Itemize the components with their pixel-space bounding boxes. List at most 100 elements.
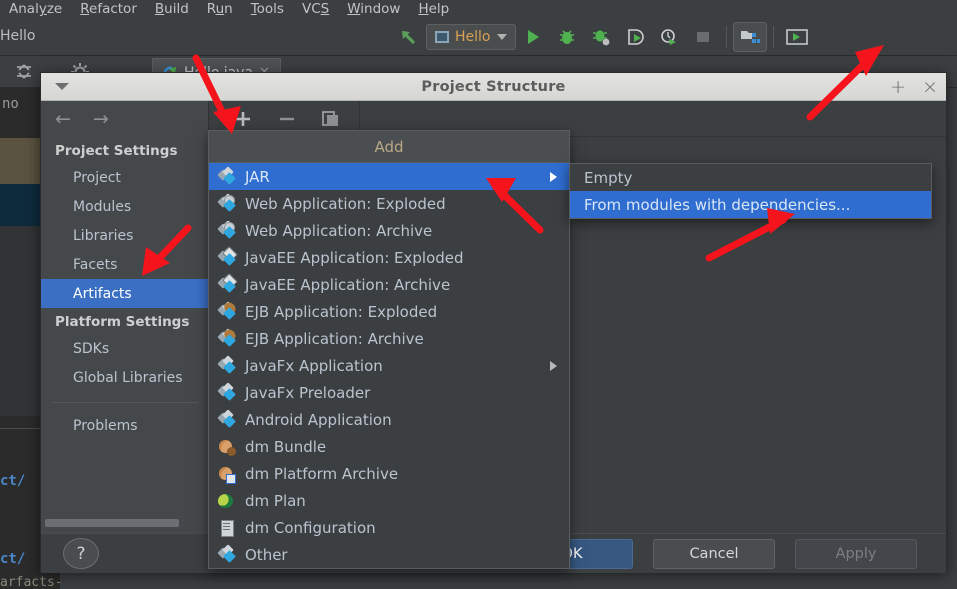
sidebar-item-label: Artifacts (73, 285, 132, 302)
dialog-title-bar[interactable]: Project Structure + × (41, 73, 946, 101)
menu-item-vcs[interactable]: VCS (293, 0, 338, 18)
dm-bundle-icon (218, 438, 236, 456)
run-config-icon (435, 31, 449, 43)
console-path-1: ct/ (0, 473, 26, 489)
sidebar-item-libraries[interactable]: Libraries (41, 221, 208, 250)
menu-item-analyze[interactable]: Analyze (0, 0, 71, 18)
sidebar-item-label: Facets (73, 256, 118, 273)
menu-item-label: EJB Application: Archive (245, 329, 424, 348)
menu-item-javaee-application-exploded[interactable]: JavaEE Application: Exploded (209, 244, 569, 271)
web-app-icon (218, 192, 238, 213)
menu-item-label: dm Bundle (245, 437, 327, 456)
menu-item-web-application-exploded[interactable]: Web Application: Exploded (209, 190, 569, 217)
toolbar-divider-2 (772, 26, 774, 48)
menu-item-ejb-application-exploded[interactable]: EJB Application: Exploded (209, 298, 569, 325)
web-app-icon (218, 219, 238, 240)
menu-item-javafx-preloader[interactable]: JavaFx Preloader (209, 379, 569, 406)
menu-item-tools[interactable]: Tools (242, 0, 293, 18)
jar-submenu: Empty From modules with dependencies... (569, 163, 932, 219)
project-label: Hello (0, 28, 36, 44)
toolbar-divider (725, 26, 727, 48)
menu-item-run[interactable]: Run (198, 0, 242, 18)
help-button[interactable]: ? (63, 538, 99, 569)
android-app-icon (218, 408, 236, 429)
menu-item-dm-bundle[interactable]: dm Bundle (209, 433, 569, 460)
menu-item-refactor[interactable]: Refactor (71, 0, 146, 18)
run-configuration-selector[interactable]: Hello (426, 24, 516, 50)
window-buttons: + × (890, 73, 938, 101)
jar-icon (218, 165, 236, 186)
dm-configuration-icon (218, 519, 236, 537)
run-with-profiler-icon[interactable] (618, 22, 652, 52)
menu-item-label: JavaEE Application: Exploded (245, 248, 464, 267)
menu-item-label: dm Plan (245, 491, 306, 510)
add-button[interactable] (221, 104, 265, 134)
menu-item-dm-platform-archive[interactable]: dm Platform Archive (209, 460, 569, 487)
close-icon[interactable]: × (922, 77, 938, 97)
menu-bar: Analyze Refactor Build Run Tools VCS Win… (0, 0, 957, 18)
sidebar-divider (51, 402, 198, 403)
submenu-item-empty[interactable]: Empty (570, 164, 931, 191)
sidebar-item-problems[interactable]: Problems (41, 411, 208, 440)
project-structure-icon[interactable] (732, 22, 767, 52)
menu-item-label: Android Application (245, 410, 392, 429)
sidebar-horizontal-scrollbar[interactable] (45, 519, 179, 527)
menu-item-label: Web Application: Archive (245, 221, 433, 240)
menu-item-javafx-application[interactable]: JavaFx Application (209, 352, 569, 379)
menu-item-dm-configuration[interactable]: dm Configuration (209, 514, 569, 541)
add-menu-title: Add (209, 131, 569, 163)
menu-item-jar[interactable]: JAR (209, 163, 569, 190)
main-toolbar: Hello Hello (0, 18, 957, 56)
menu-item-build[interactable]: Build (146, 0, 198, 18)
dialog-title: Project Structure (421, 78, 566, 95)
submenu-item-label: Empty (584, 168, 633, 187)
remove-button[interactable] (265, 104, 309, 134)
menu-item-label: dm Configuration (245, 518, 376, 537)
sidebar-item-modules[interactable]: Modules (41, 192, 208, 221)
run-anything-icon[interactable] (780, 22, 814, 52)
sidebar-item-label: Libraries (73, 227, 134, 244)
sidebar-item-sdks[interactable]: SDKs (41, 334, 208, 363)
back-arrow-icon[interactable]: ← (55, 108, 71, 130)
menu-item-ejb-application-archive[interactable]: EJB Application: Archive (209, 325, 569, 352)
menu-item-web-application-archive[interactable]: Web Application: Archive (209, 217, 569, 244)
menu-item-label: JAR (245, 167, 270, 186)
menu-item-label: JavaFx Preloader (245, 383, 371, 402)
add-popup-menu: Add JAR Web Application: Exploded Web Ap… (208, 130, 570, 569)
sidebar-item-label: Global Libraries (73, 369, 183, 386)
menu-item-label: EJB Application: Exploded (245, 302, 438, 321)
sidebar-nav-buttons: ← → (41, 101, 208, 137)
ejb-app-icon (218, 326, 238, 348)
run-with-coverage-icon[interactable] (652, 22, 686, 52)
submenu-item-from-modules-with-dependencies[interactable]: From modules with dependencies... (570, 191, 931, 218)
stop-icon[interactable] (686, 22, 720, 52)
sidebar-item-facets[interactable]: Facets (41, 250, 208, 279)
submenu-item-label: From modules with dependencies... (584, 195, 851, 214)
sidebar-item-artifacts[interactable]: Artifacts (41, 279, 208, 308)
menu-item-help[interactable]: Help (409, 0, 458, 18)
collapse-all-icon[interactable] (14, 62, 34, 86)
coverage-icon[interactable] (584, 22, 618, 52)
sidebar-item-label: Modules (73, 198, 132, 215)
menu-item-javaee-application-archive[interactable]: JavaEE Application: Archive (209, 271, 569, 298)
menu-item-dm-plan[interactable]: dm Plan (209, 487, 569, 514)
sidebar-item-label: Problems (73, 417, 138, 434)
sidebar-item-global-libraries[interactable]: Global Libraries (41, 363, 208, 392)
sidebar-heading-platform-settings: Platform Settings (55, 314, 190, 330)
cancel-button[interactable]: Cancel (653, 539, 775, 569)
run-config-label: Hello (455, 29, 491, 45)
run-icon[interactable] (516, 22, 550, 52)
javaee-app-icon (218, 272, 238, 294)
menu-item-other[interactable]: Other (209, 541, 569, 568)
menu-item-android-application[interactable]: Android Application (209, 406, 569, 433)
sidebar-item-project[interactable]: Project (41, 163, 208, 192)
forward-arrow-icon[interactable]: → (93, 108, 109, 130)
menu-item-label: JavaEE Application: Archive (245, 275, 451, 294)
maximize-icon[interactable]: + (890, 77, 906, 97)
javafx-icon (218, 354, 236, 375)
up-left-arrow-icon[interactable] (392, 22, 426, 52)
copy-icon[interactable] (309, 104, 353, 134)
menu-item-window[interactable]: Window (338, 0, 409, 18)
apply-button[interactable]: Apply (795, 539, 917, 569)
debug-icon[interactable] (550, 22, 584, 52)
